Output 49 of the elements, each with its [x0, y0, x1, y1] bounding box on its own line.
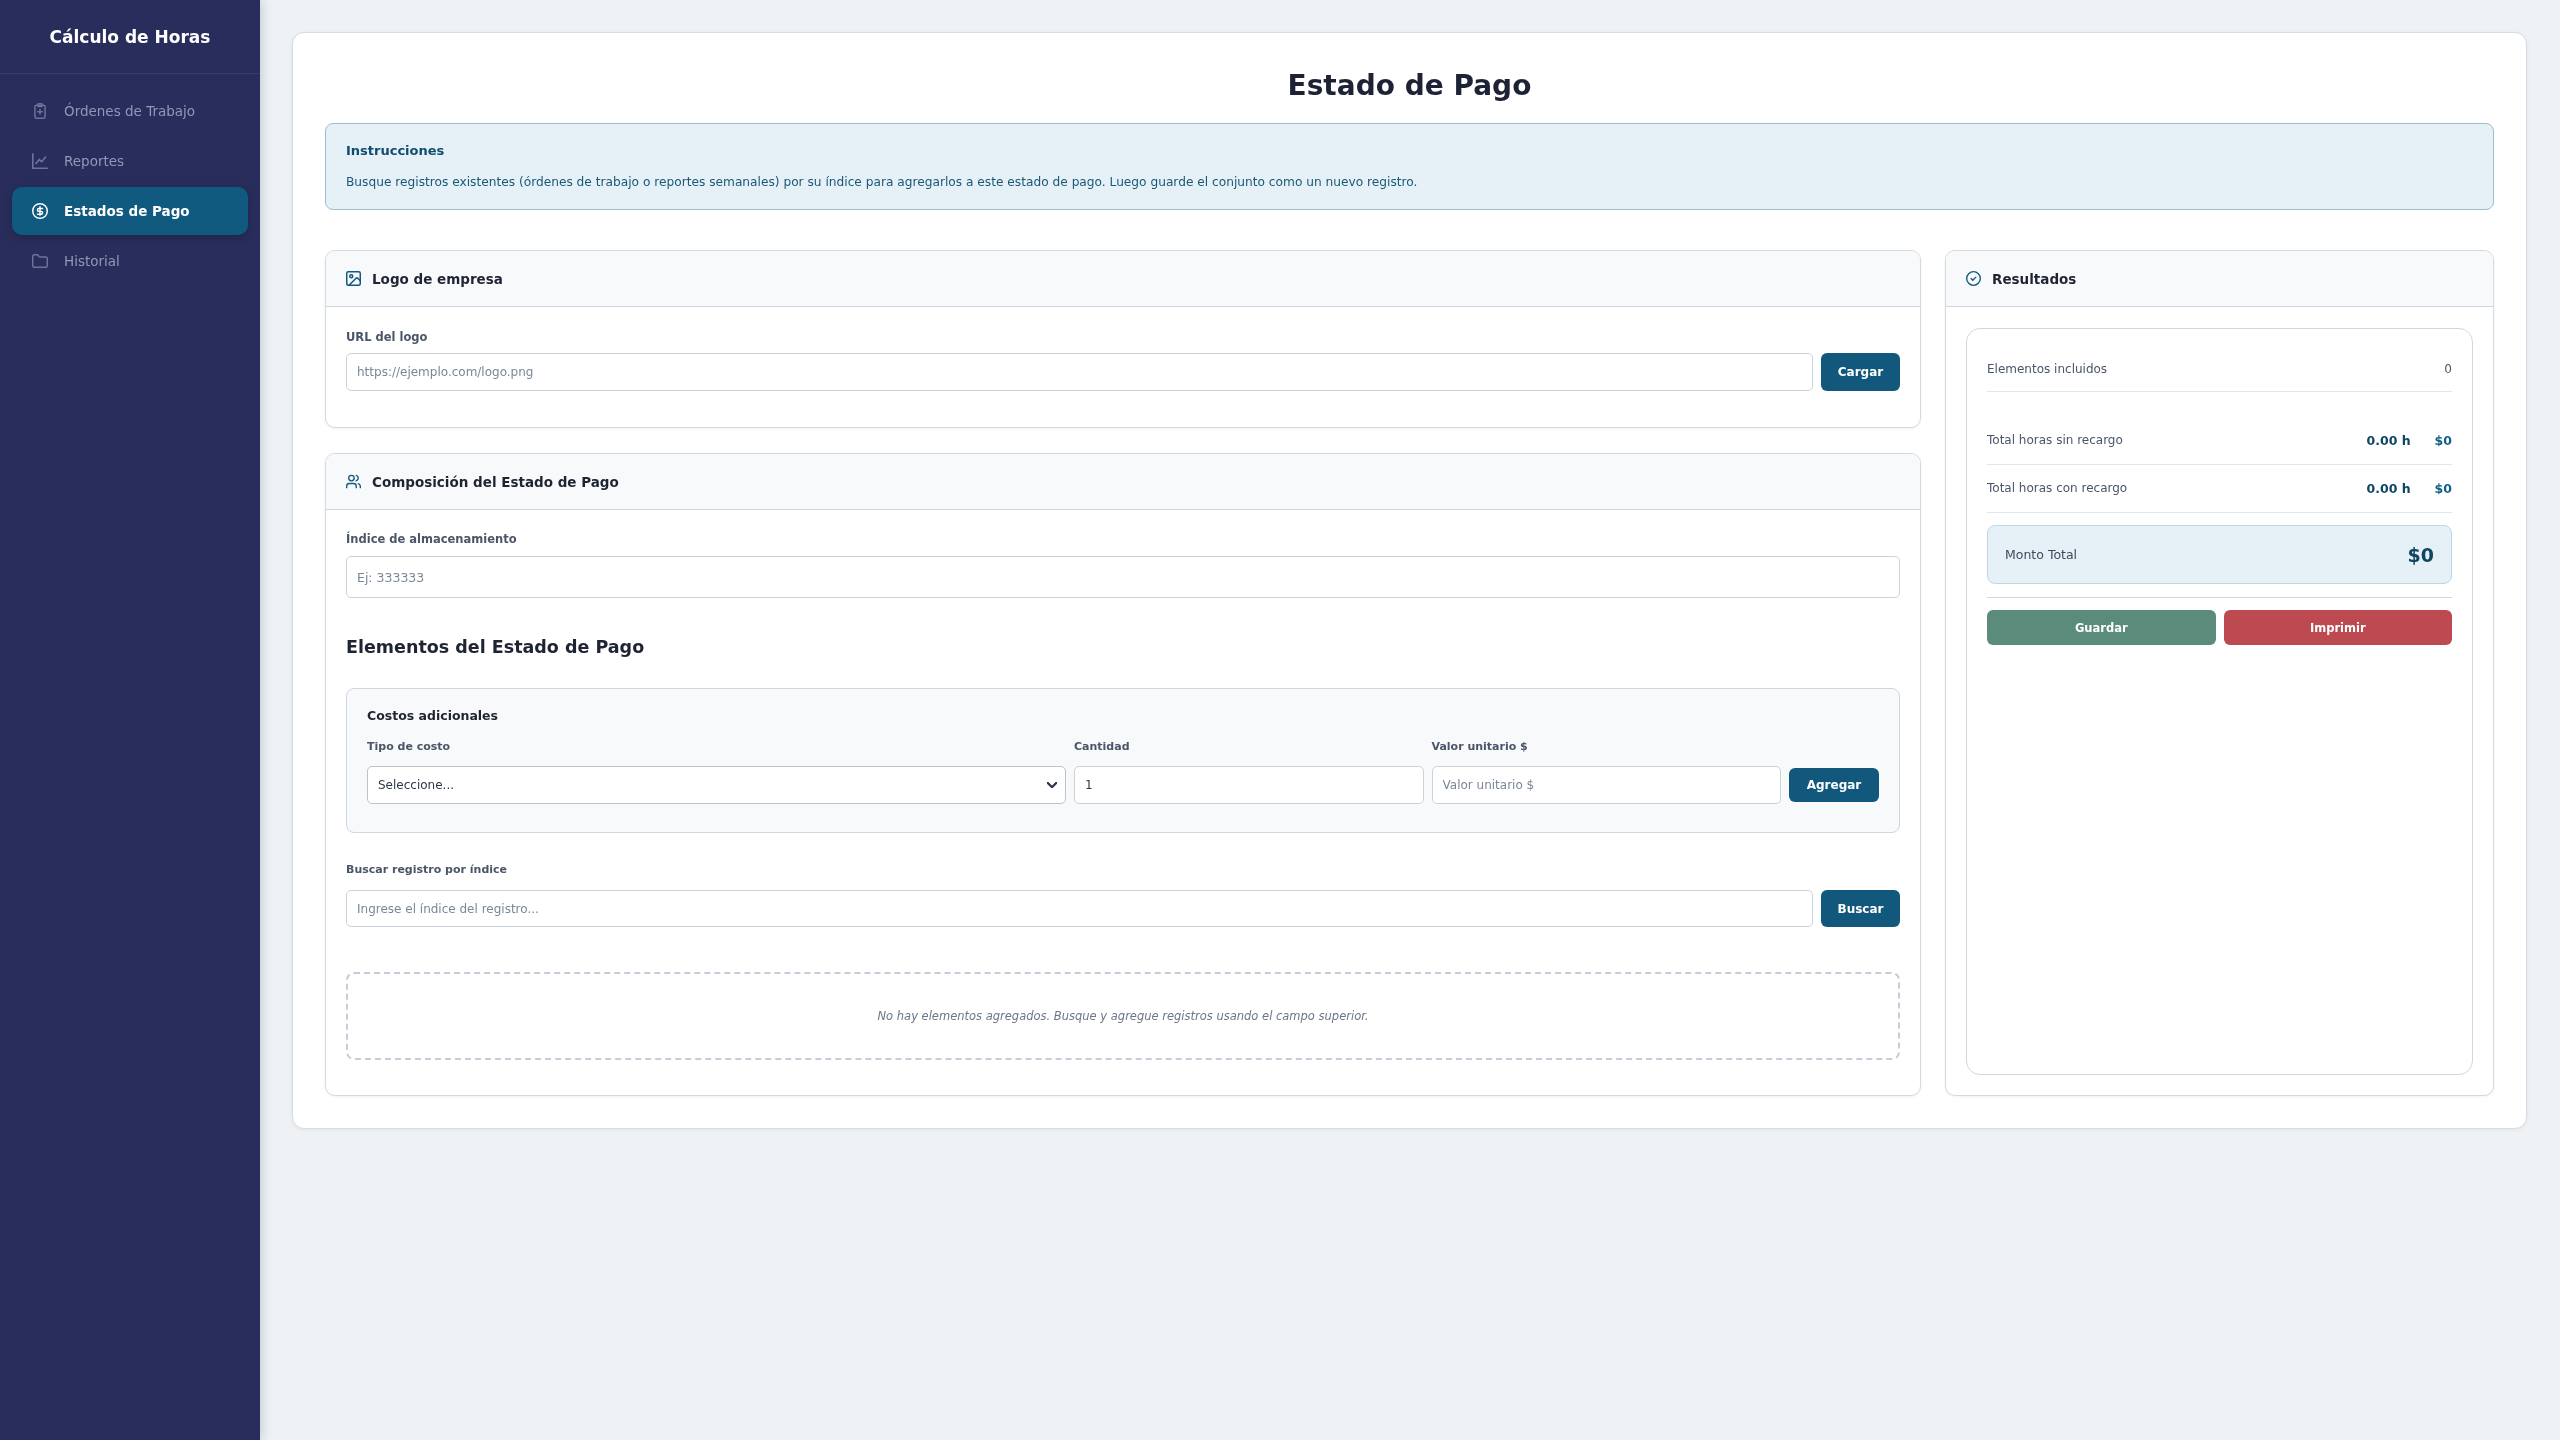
section-heading: Elementos del Estado de Pago [346, 636, 646, 659]
folder-icon [32, 253, 48, 269]
total-value: $0 [2407, 543, 2434, 566]
total-label: Monto Total [2005, 547, 2078, 562]
field-label: Cantidad [1074, 739, 1131, 755]
add-button[interactable]: Agregar [1789, 768, 1879, 802]
page-title: Estado de Pago [1286, 68, 1533, 104]
url-input[interactable]: https://ejemplo.com/logo.png [346, 353, 1813, 391]
hours-value: 0.00 h [2366, 480, 2411, 498]
dollar-circle-icon [32, 203, 48, 219]
nav-item[interactable]: Estados de Pago [12, 187, 248, 235]
card-title: Composición del Estado de Pago [372, 473, 619, 490]
quantity-input[interactable]: 1 [1074, 766, 1424, 804]
clipboard-plus-icon [32, 103, 48, 119]
search-button[interactable]: Buscar [1821, 890, 1900, 927]
print-button[interactable]: Imprimir [2223, 610, 2452, 645]
empty-message: No hay elementos agregados. Busque y agregue registros usando el campo superior. [877, 1009, 1369, 1023]
nav-item[interactable]: Órdenes de Trabajo [12, 87, 248, 135]
amount-value: $0 [2434, 480, 2452, 498]
line-chart-icon [32, 153, 48, 169]
chevron-down-icon [1047, 782, 1057, 788]
field-label: Índice de almacenamiento [346, 530, 518, 548]
summary-label: Total horas sin recargo [1987, 432, 2123, 449]
check-circle-icon [1966, 271, 1981, 286]
hours-value: 0.00 h [2366, 432, 2411, 450]
save-button[interactable]: Guardar [1987, 610, 2216, 645]
nav-item[interactable]: Reportes [12, 137, 248, 185]
image-icon [346, 271, 361, 286]
field-label: Valor unitario $ [1431, 739, 1529, 755]
unit-value-input[interactable]: Valor unitario $ [1431, 766, 1781, 804]
users-icon [346, 474, 361, 489]
card-title: Logo de empresa [372, 270, 503, 287]
field-label: URL del logo [346, 329, 429, 346]
amount-value: $0 [2434, 432, 2452, 450]
load-button[interactable]: Cargar [1821, 353, 1900, 391]
cost-type-select[interactable]: Seleccione... [367, 766, 1066, 804]
summary-label: Total horas con recargo [1987, 480, 2128, 497]
summary-value: 0 [2444, 361, 2452, 378]
instructions-title: Instrucciones [346, 142, 446, 160]
summary-label: Elementos incluidos [1987, 361, 2108, 378]
nav-item[interactable]: Historial [12, 237, 248, 285]
field-label: Buscar registro por índice [346, 862, 509, 878]
instructions-text: Busque registros existentes (órdenes de trabajo o reportes semanales) por su índice para agregarlos a este estado de pago. Luego guarde el conjunto como un nuevo registro. [346, 174, 1419, 191]
panel-title: Costos adicionales [367, 707, 500, 725]
card-title: Resultados [1992, 270, 2077, 287]
search-input[interactable]: Ingrese el índice del registro... [346, 890, 1813, 927]
app-title: Cálculo de Horas [49, 26, 211, 47]
field-label: Tipo de costo [367, 739, 452, 755]
storage-index-input[interactable]: Ej: 333333 [346, 556, 1900, 598]
